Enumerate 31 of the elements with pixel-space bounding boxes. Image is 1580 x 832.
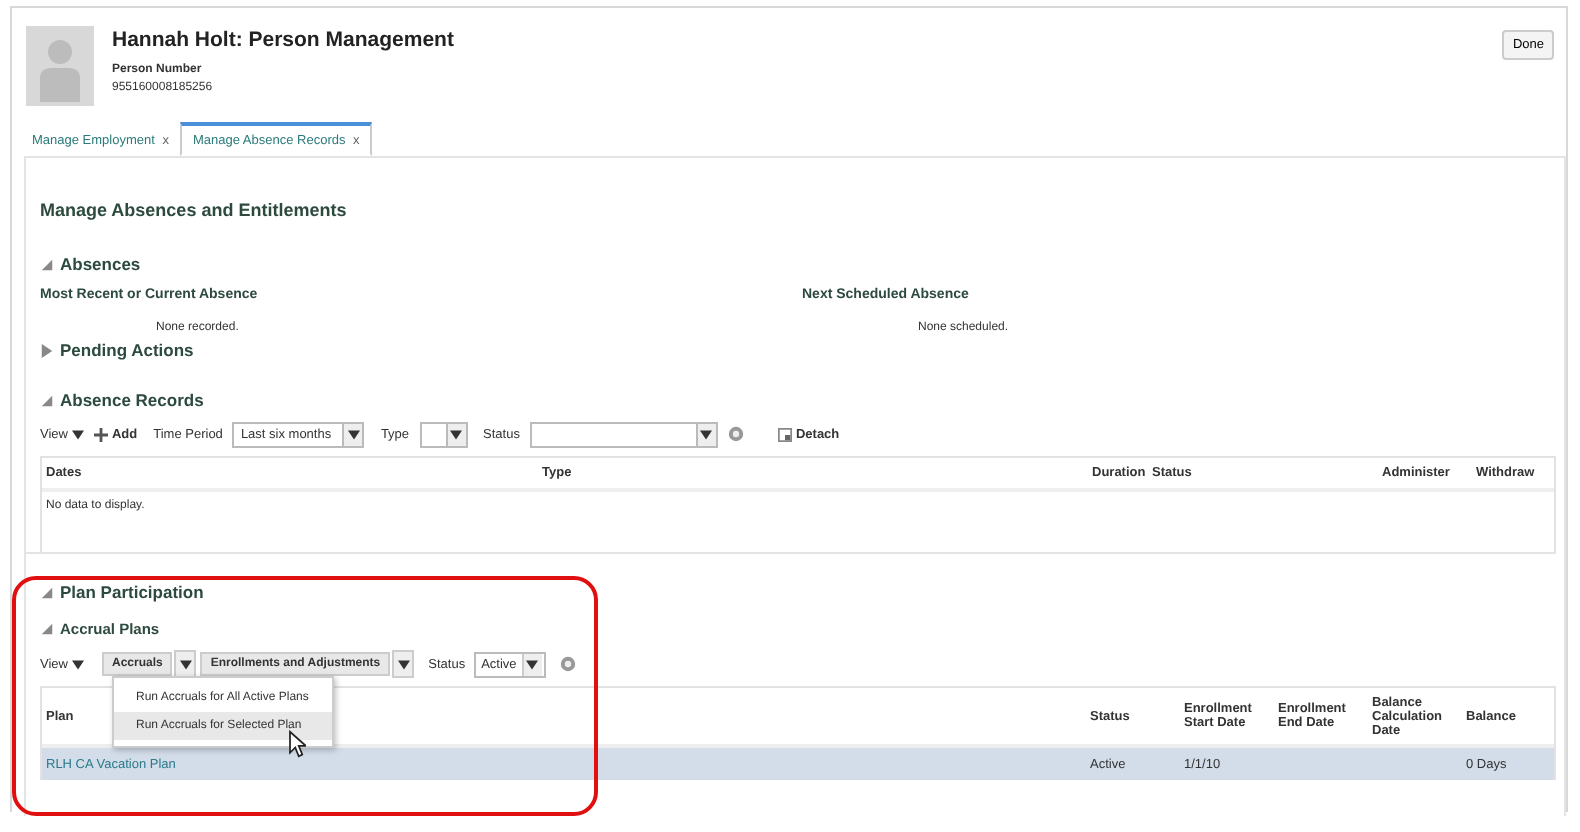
avatar-icon [26,26,94,106]
dropdown-button[interactable] [695,423,716,445]
settings-icon[interactable] [727,426,744,442]
dropdown-button[interactable] [521,653,542,675]
caret-icon [179,659,192,669]
person-name: Hannah Holt: Person Management [112,28,454,52]
section-title: Pending Actions [60,340,194,360]
caret-icon [347,429,360,439]
dropdown-button[interactable] [174,650,197,678]
collapsed-triangle-icon[interactable] [40,343,54,357]
settings-icon[interactable] [559,656,576,672]
section-title: Absences [60,254,141,274]
caret-icon [700,429,713,439]
section-title: Plan Participation [60,582,204,602]
expanded-triangle-icon[interactable] [40,257,54,271]
caret-icon [450,429,463,439]
caret-icon [71,659,84,669]
page-title: Manage Absences and Entitlements [40,200,349,220]
dropdown-button[interactable] [392,650,415,678]
detach-icon [777,427,792,441]
plus-icon [93,427,108,441]
caret-icon [526,659,539,669]
expanded-triangle-icon[interactable] [40,393,54,407]
type-select[interactable] [419,421,468,447]
section-title: Absence Records [60,390,204,410]
dropdown-button[interactable] [342,423,363,445]
caret-icon [397,659,410,669]
expanded-triangle-icon[interactable] [40,622,54,636]
dropdown-button[interactable] [445,423,466,445]
expanded-triangle-icon[interactable] [40,585,54,599]
caret-icon [71,429,84,439]
